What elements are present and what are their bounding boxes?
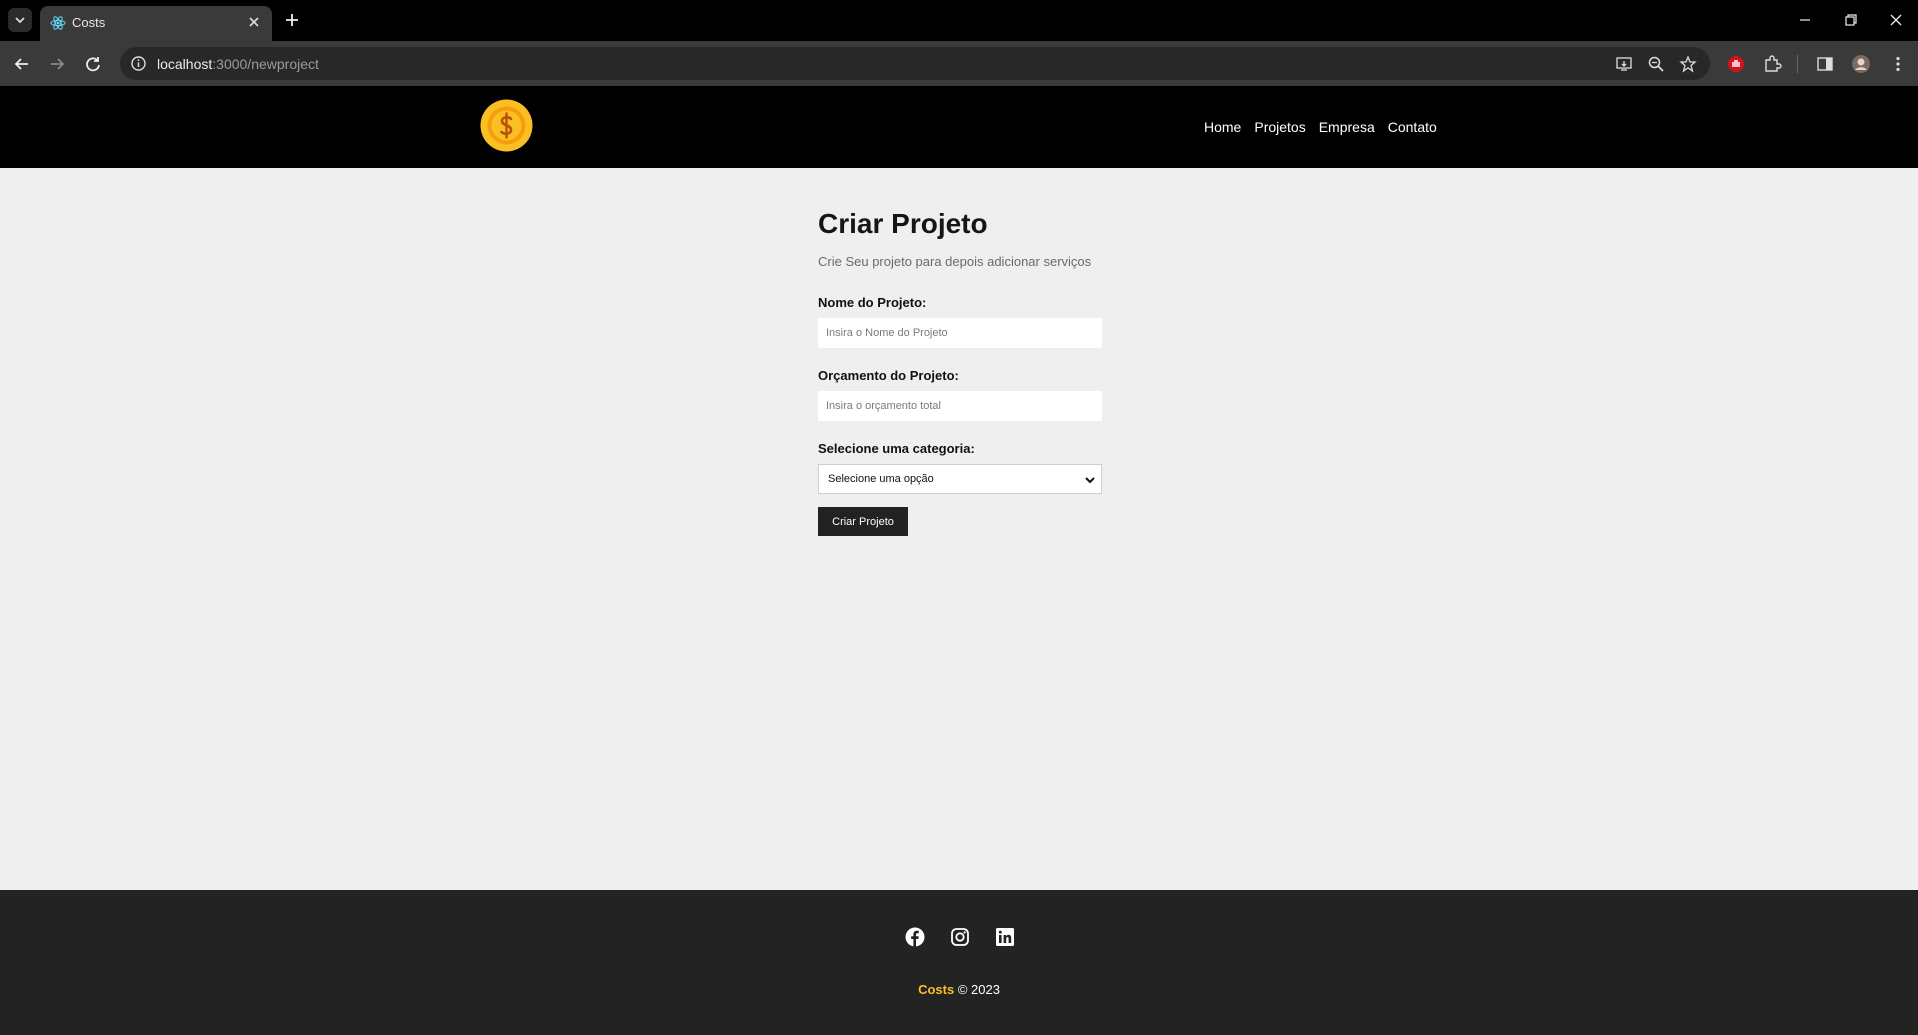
restore-icon[interactable] bbox=[1841, 10, 1861, 30]
address-bar[interactable]: localhost:3000/newproject bbox=[120, 47, 1710, 80]
window-close-icon[interactable] bbox=[1886, 10, 1906, 30]
close-icon[interactable] bbox=[246, 14, 262, 30]
toolbar-divider bbox=[1797, 55, 1798, 73]
extensions-puzzle-icon[interactable] bbox=[1762, 54, 1782, 74]
linkedin-icon[interactable] bbox=[995, 927, 1015, 947]
site-info-icon[interactable] bbox=[130, 55, 147, 72]
main-nav: Home Projetos Empresa Contato bbox=[1204, 119, 1450, 135]
install-app-icon[interactable] bbox=[1615, 55, 1633, 73]
tab-title: Costs bbox=[72, 15, 106, 30]
forward-arrow-icon[interactable] bbox=[46, 53, 68, 75]
chevron-down-icon bbox=[1085, 477, 1095, 484]
page-title: Criar Projeto bbox=[818, 208, 988, 239]
back-arrow-icon[interactable] bbox=[11, 53, 33, 75]
chevron-down-icon bbox=[15, 17, 25, 24]
side-panel-icon[interactable] bbox=[1815, 54, 1835, 74]
extension-red-icon[interactable] bbox=[1726, 54, 1746, 74]
minimize-icon[interactable] bbox=[1795, 10, 1815, 30]
project-budget-label: Orçamento do Projeto: bbox=[818, 368, 959, 383]
coin-logo-icon[interactable] bbox=[480, 99, 533, 152]
category-label: Selecione uma categoria: bbox=[818, 441, 975, 456]
nav-link-home[interactable]: Home bbox=[1204, 119, 1241, 135]
zoom-icon[interactable] bbox=[1647, 55, 1665, 73]
footer-copyright: © 2023 bbox=[957, 982, 1000, 997]
create-project-button[interactable]: Criar Projeto bbox=[818, 507, 908, 536]
more-menu-icon[interactable] bbox=[1888, 54, 1908, 74]
url-path: :3000/newproject bbox=[212, 56, 319, 72]
project-budget-input[interactable] bbox=[818, 391, 1102, 421]
category-select-value: Selecione uma opção bbox=[828, 473, 934, 485]
category-select[interactable]: Selecione uma opção bbox=[818, 464, 1102, 494]
bookmark-star-icon[interactable] bbox=[1679, 55, 1697, 73]
address-url[interactable]: localhost:3000/newproject bbox=[157, 56, 319, 72]
reload-icon[interactable] bbox=[82, 53, 104, 75]
facebook-icon[interactable] bbox=[905, 927, 925, 947]
new-tab-icon[interactable] bbox=[282, 10, 302, 30]
instagram-icon[interactable] bbox=[950, 927, 970, 947]
nav-link-projetos[interactable]: Projetos bbox=[1254, 119, 1305, 135]
footer-brand: Costs bbox=[918, 982, 955, 997]
nav-link-empresa[interactable]: Empresa bbox=[1319, 119, 1375, 135]
profile-avatar-icon[interactable] bbox=[1851, 54, 1871, 74]
url-host: localhost bbox=[157, 56, 213, 72]
tab-search-button[interactable] bbox=[8, 8, 32, 32]
page-viewport: Home Projetos Empresa Contato Criar Proj… bbox=[0, 86, 1918, 1035]
nav-link-contato[interactable]: Contato bbox=[1388, 119, 1437, 135]
site-footer: Costs © 2023 bbox=[0, 890, 1918, 1035]
copyright-text: Costs © 2023 bbox=[0, 982, 1918, 997]
project-name-label: Nome do Projeto: bbox=[818, 295, 927, 310]
page-subtitle: Crie Seu projeto para depois adicionar s… bbox=[818, 254, 1092, 269]
site-header: Home Projetos Empresa Contato bbox=[0, 86, 1918, 168]
project-name-input[interactable] bbox=[818, 318, 1102, 348]
browser-tab-bar: Costs bbox=[0, 0, 1918, 41]
react-favicon-icon bbox=[50, 16, 66, 30]
browser-tab-active[interactable]: Costs bbox=[40, 6, 272, 41]
browser-toolbar: localhost:3000/newproject bbox=[0, 41, 1918, 86]
new-project-section: Criar Projeto Crie Seu projeto para depo… bbox=[818, 168, 1108, 536]
